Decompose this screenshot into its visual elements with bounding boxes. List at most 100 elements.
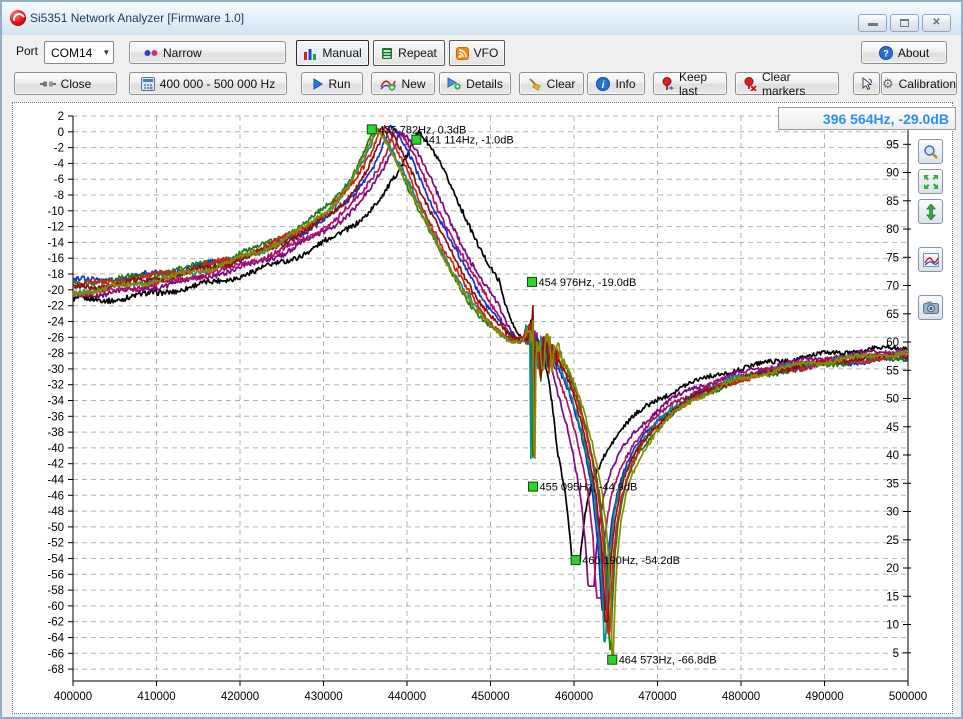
maximize-button[interactable] [890, 14, 919, 32]
manual-icon [303, 47, 317, 60]
marker-square [571, 556, 580, 565]
vfo-icon [456, 47, 469, 60]
chevron-down-icon: ▼ [102, 48, 110, 57]
svg-text:480000: 480000 [722, 691, 760, 703]
svg-text:-16: -16 [47, 253, 64, 265]
run-button[interactable]: Run [301, 72, 363, 95]
svg-text:-46: -46 [47, 490, 64, 502]
details-button[interactable]: Details [439, 72, 511, 95]
network-analyzer-plot[interactable]: 20-2-4-6-8-10-12-14-16-18-20-22-24-26-28… [13, 103, 952, 718]
x-axis-labels: 4000004100004200004300004400004500004600… [54, 681, 927, 703]
svg-text:i: i [602, 79, 605, 90]
repeat-button[interactable]: Repeat [373, 40, 445, 66]
svg-text:-56: -56 [47, 569, 64, 581]
svg-text:40: 40 [886, 450, 899, 462]
svg-text:-2: -2 [54, 143, 64, 155]
details-icon [447, 77, 461, 90]
snapshot-button[interactable] [918, 295, 943, 320]
svg-text:2: 2 [58, 111, 64, 123]
clear-markers-button[interactable]: Clear markers [735, 72, 839, 95]
narrow-button[interactable]: Narrow [129, 41, 286, 64]
curves-button[interactable] [918, 247, 943, 272]
svg-text:-36: -36 [47, 411, 64, 423]
maximize-icon [900, 19, 909, 27]
marker-square [529, 482, 538, 491]
svg-text:65: 65 [886, 309, 899, 321]
svg-text:-6: -6 [54, 174, 64, 186]
chart-panel[interactable]: 20-2-4-6-8-10-12-14-16-18-20-22-24-26-28… [12, 102, 953, 714]
svg-text:-20: -20 [47, 285, 64, 297]
manual-button[interactable]: Manual [296, 40, 369, 66]
about-button[interactable]: ? About [861, 41, 947, 64]
svg-text:-28: -28 [47, 348, 64, 360]
marker-label: 455 095Hz, -44.9dB [540, 482, 638, 494]
curves-icon [923, 253, 939, 267]
svg-text:-42: -42 [47, 459, 64, 471]
svg-text:-52: -52 [47, 538, 64, 550]
zoom-icon [923, 144, 939, 160]
info-button[interactable]: i Info [587, 72, 645, 95]
svg-text:85: 85 [886, 196, 899, 208]
port-select[interactable]: COM14 ▼ [44, 41, 114, 64]
calibration-button[interactable]: ⚙ Calibration [881, 72, 957, 95]
clear-markers-icon [744, 77, 757, 91]
vertical-scale-button[interactable] [918, 199, 943, 224]
svg-text:-30: -30 [47, 364, 64, 376]
svg-text:500000: 500000 [889, 691, 927, 703]
title-bar[interactable]: Si5351 Network Analyzer [Firmware 1.0] [2, 2, 961, 35]
toolbar-row-2: Close 400 000 - 500 000 Hz Run New Detai… [2, 70, 961, 98]
close-window-button[interactable]: ✕ [922, 14, 951, 32]
vscale-icon [925, 204, 937, 220]
app-icon [10, 10, 26, 26]
svg-text:-54: -54 [47, 554, 64, 566]
marker-label: 454 976Hz, -19.0dB [539, 277, 637, 289]
new-button[interactable]: New [371, 72, 435, 95]
svg-text:-58: -58 [47, 585, 64, 597]
fit-icon [923, 174, 939, 190]
svg-text:-66: -66 [47, 648, 64, 660]
zoom-button[interactable] [918, 139, 943, 164]
fit-button[interactable] [918, 169, 943, 194]
clear-button[interactable]: Clear [519, 72, 584, 95]
cursor-tool-icon [860, 77, 874, 91]
marker-label: 441 114Hz, -1.0dB [423, 135, 514, 147]
marker-square [412, 135, 421, 144]
keep-last-button[interactable]: Keep last [653, 72, 727, 95]
svg-text:-22: -22 [47, 301, 64, 313]
cursor-tool-button[interactable] [853, 72, 880, 95]
frequency-range-button[interactable]: 400 000 - 500 000 Hz [129, 72, 287, 95]
svg-text:15: 15 [886, 591, 899, 603]
minimize-button[interactable] [858, 14, 887, 32]
clear-icon [528, 77, 542, 91]
svg-text:-4: -4 [54, 158, 65, 170]
close-port-button[interactable]: Close [14, 72, 117, 95]
svg-text:410000: 410000 [137, 691, 175, 703]
svg-text:-60: -60 [47, 601, 64, 613]
svg-text:-10: -10 [47, 206, 64, 218]
minimize-icon [868, 23, 878, 26]
vfo-button[interactable]: VFO [449, 40, 505, 66]
svg-text:25: 25 [886, 535, 899, 547]
freq-icon [141, 77, 155, 91]
info-icon: i [596, 77, 610, 91]
grid-lines [73, 116, 908, 681]
svg-text:420000: 420000 [221, 691, 259, 703]
svg-text:-26: -26 [47, 332, 64, 344]
svg-text:-62: -62 [47, 617, 64, 629]
svg-text:450000: 450000 [471, 691, 509, 703]
svg-text:70: 70 [886, 281, 899, 293]
port-label: Port [16, 44, 38, 58]
svg-text:-34: -34 [47, 396, 64, 408]
svg-text:-18: -18 [47, 269, 64, 281]
svg-text:20: 20 [886, 563, 899, 575]
about-icon: ? [879, 46, 893, 60]
marker-square [367, 125, 376, 134]
snapshot-icon [923, 301, 939, 314]
svg-text:430000: 430000 [304, 691, 342, 703]
plug-icon [40, 80, 56, 88]
svg-text:460000: 460000 [555, 691, 593, 703]
svg-text:400000: 400000 [54, 691, 92, 703]
left-axis-labels: 20-2-4-6-8-10-12-14-16-18-20-22-24-26-28… [47, 111, 73, 676]
marker-square [608, 655, 617, 664]
svg-text:-38: -38 [47, 427, 64, 439]
